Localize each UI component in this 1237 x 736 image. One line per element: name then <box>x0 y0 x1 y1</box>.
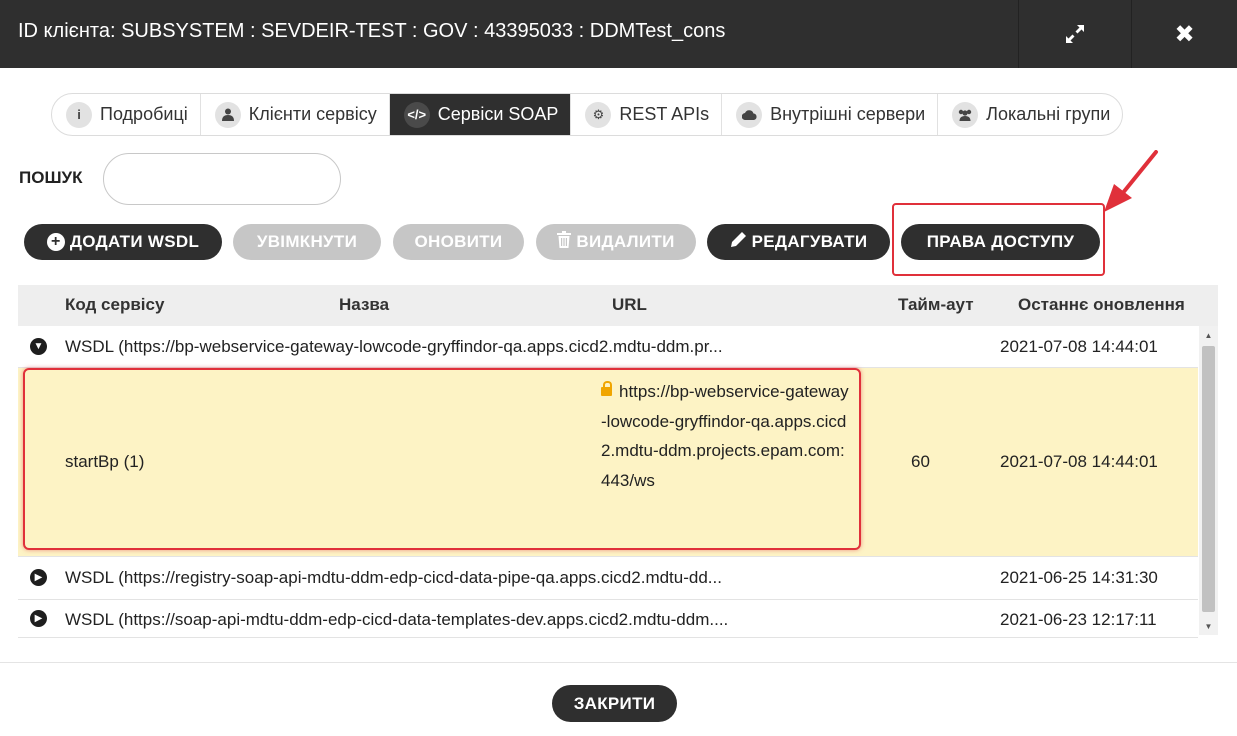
add-wsdl-button[interactable]: + ДОДАТИ WSDL <box>24 224 222 260</box>
tab-label: Сервіси SOAP <box>437 104 559 124</box>
dialog-title: ID клієнта: SUBSYSTEM : SEVDEIR-TEST : G… <box>18 20 726 42</box>
scroll-up-arrow-icon[interactable]: ▲ <box>1199 326 1218 344</box>
user-icon <box>214 101 241 128</box>
column-header-name[interactable]: Назва <box>339 295 389 315</box>
cloud-icon <box>736 101 763 128</box>
last-updated-cell: 2021-06-23 12:17:11 <box>1000 610 1157 629</box>
enable-button[interactable]: УВІМКНУТИ <box>233 224 381 260</box>
table-row[interactable]: ▼ WSDL (https://bp-webservice-gateway-lo… <box>18 326 1198 368</box>
table-row[interactable]: ▶ WSDL (https://registry-soap-api-mdtu-d… <box>18 557 1198 600</box>
plus-circle-icon: + <box>46 233 65 251</box>
cogs-icon: ⚙ <box>585 101 612 128</box>
code-icon: </> <box>403 101 430 128</box>
table-row-selected[interactable]: startBp (1) https://bp-webservice-gatewa… <box>18 368 1198 557</box>
chevron-right-circle-icon[interactable]: ▶ <box>30 610 47 627</box>
search-label: ПОШУК <box>19 168 83 187</box>
pencil-icon <box>730 231 747 253</box>
table-scrollbar[interactable]: ▲ ▼ <box>1199 326 1218 635</box>
trash-icon <box>557 231 572 253</box>
tab-service-clients[interactable]: Клієнти сервісу <box>201 94 390 135</box>
tab-internal-servers[interactable]: Внутрішні сервери <box>722 94 939 135</box>
tab-soap-services[interactable]: </> Сервіси SOAP <box>389 94 572 135</box>
access-rights-button[interactable]: ПРАВА ДОСТУПУ <box>901 224 1100 260</box>
scroll-down-arrow-icon[interactable]: ▼ <box>1199 617 1218 635</box>
column-header-timeout[interactable]: Тайм-аут <box>898 295 974 315</box>
tab-label: Локальні групи <box>986 104 1111 124</box>
scrollbar-thumb[interactable] <box>1202 346 1215 612</box>
close-x-icon: ✖ <box>1174 20 1195 48</box>
last-updated-cell: 2021-06-25 14:31:30 <box>1000 568 1158 587</box>
wsdl-url-text: WSDL (https://registry-soap-api-mdtu-ddm… <box>65 568 722 587</box>
tab-bar: i Подробиці Клієнти сервісу </> Сервіси … <box>51 93 1124 136</box>
last-updated-cell: 2021-07-08 14:44:01 <box>1000 452 1158 471</box>
search-input[interactable] <box>103 153 341 205</box>
info-icon: i <box>66 101 92 128</box>
lock-icon <box>601 381 612 396</box>
column-header-url[interactable]: URL <box>612 295 647 315</box>
column-header-last-updated[interactable]: Останнє оновлення <box>1018 295 1185 315</box>
table-row[interactable]: ▶ WSDL (https://soap-api-mdtu-ddm-edp-ci… <box>18 600 1198 638</box>
chevron-right-circle-icon[interactable]: ▶ <box>30 569 47 586</box>
tab-label: Подробиці <box>100 104 188 124</box>
table-header: Код сервісу Назва URL Тайм-аут Останнє о… <box>18 285 1218 326</box>
tab-details[interactable]: i Подробиці <box>52 94 201 135</box>
close-dialog-button[interactable]: ✖ <box>1131 0 1237 68</box>
delete-button[interactable]: ВИДАЛИТИ <box>536 224 696 260</box>
tab-local-groups[interactable]: Локальні групи <box>938 94 1122 135</box>
edit-button[interactable]: РЕДАГУВАТИ <box>707 224 890 260</box>
service-url-cell: https://bp-webservice-gateway-lowcode-gr… <box>601 377 851 495</box>
service-code-cell: startBp (1) <box>65 452 145 471</box>
dialog-titlebar: ID клієнта: SUBSYSTEM : SEVDEIR-TEST : G… <box>0 0 1237 68</box>
service-url-text: https://bp-webservice-gateway-lowcode-gr… <box>601 382 849 490</box>
wsdl-url-text: WSDL (https://bp-webservice-gateway-lowc… <box>65 337 723 356</box>
expand-arrows-icon <box>1065 25 1084 43</box>
close-button[interactable]: ЗАКРИТИ <box>552 685 677 722</box>
last-updated-cell: 2021-07-08 14:44:01 <box>1000 337 1158 356</box>
column-header-service-code[interactable]: Код сервісу <box>65 295 164 315</box>
annotation-arrow-icon <box>1104 150 1158 212</box>
tab-label: REST APIs <box>619 104 710 124</box>
footer-divider <box>0 662 1237 663</box>
wsdl-url-text: WSDL (https://soap-api-mdtu-ddm-edp-cicd… <box>65 610 729 629</box>
timeout-cell: 60 <box>911 452 930 471</box>
tab-label: Клієнти сервісу <box>248 104 377 124</box>
expand-button[interactable] <box>1018 0 1130 68</box>
refresh-button[interactable]: ОНОВИТИ <box>393 224 524 260</box>
tab-rest-apis[interactable]: ⚙ REST APIs <box>571 94 723 135</box>
users-icon <box>952 101 979 128</box>
tab-label: Внутрішні сервери <box>770 104 926 124</box>
chevron-down-circle-icon[interactable]: ▼ <box>30 338 47 355</box>
